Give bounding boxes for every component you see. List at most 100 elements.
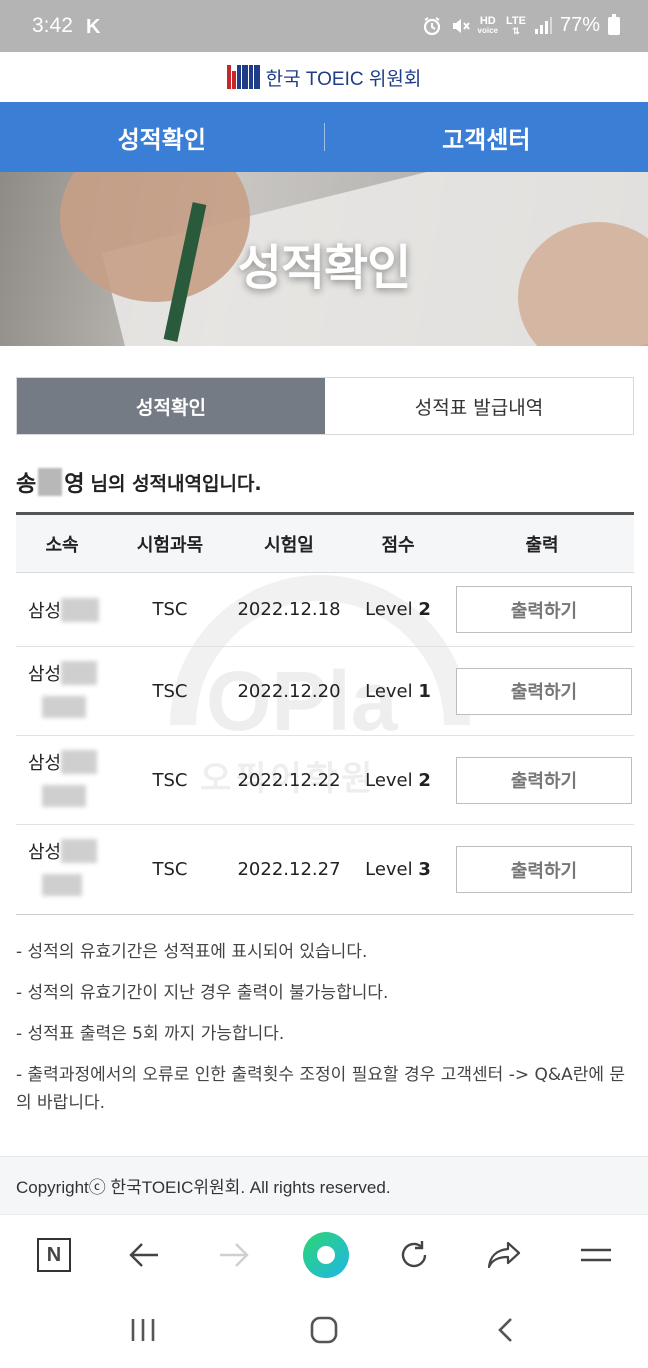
level-label: Level: [365, 769, 413, 791]
subject-cell: TSC: [152, 680, 188, 702]
score-cell: Level 2: [346, 770, 450, 791]
table-row: 삼성 TSC 2022.12.18 Level 2 출력하기: [16, 573, 634, 647]
affiliation-cell: 삼성: [16, 838, 108, 901]
copyright-footer: Copyrightⓒ 한국TOEIC위원회. All rights reserv…: [0, 1156, 648, 1214]
kakao-app-icon: K: [86, 16, 101, 38]
lte-label: LTE: [506, 14, 526, 27]
header-print: 출력: [525, 534, 559, 556]
status-bar: 3:42 K HD voice LTE ⇅ 77%: [0, 0, 648, 52]
android-nav-bar: [0, 1294, 648, 1368]
print-cell: 출력하기: [450, 846, 634, 893]
table-header: 소속 시험과목 시험일 점수 출력: [16, 515, 634, 573]
affiliation-cell: 삼성: [16, 660, 108, 723]
print-cell: 출력하기: [450, 667, 634, 715]
name-last: 영: [64, 472, 85, 497]
home-orb-icon[interactable]: [302, 1231, 350, 1279]
site-logo-header[interactable]: 한국 TOEIC 위원회: [0, 52, 648, 102]
browser-toolbar: N: [0, 1214, 648, 1294]
header-subject: 시험과목: [136, 534, 204, 556]
nav-customer-center[interactable]: 고객센터: [325, 120, 648, 155]
battery-percent: 77%: [559, 14, 600, 36]
hero-title: 성적확인: [237, 240, 412, 296]
result-suffix: 님의 성적내역입니다.: [90, 472, 262, 495]
affiliation-redacted: [61, 660, 98, 685]
score-cell: Level 2: [346, 599, 450, 620]
note-item: - 성적의 유효기간이 지난 경우 출력이 불가능합니다.: [16, 983, 389, 1003]
ybm-logo-icon: [226, 65, 260, 89]
affiliation-redacted: [61, 749, 98, 774]
note-item: - 성적의 유효기간은 성적표에 표시되어 있습니다.: [16, 942, 368, 962]
alarm-icon: [423, 16, 440, 35]
subject-cell: TSC: [152, 769, 188, 791]
signal-icon: [534, 16, 552, 34]
header-affiliation: 소속: [45, 534, 79, 556]
level-label: Level: [365, 680, 413, 702]
subject-cell: TSC: [152, 859, 188, 880]
print-button[interactable]: 출력하기: [456, 756, 632, 804]
forward-arrow-icon[interactable]: [214, 1235, 254, 1275]
affiliation-name: 삼성: [28, 752, 62, 774]
level-label: Level: [365, 859, 413, 880]
content-tabs: 성적확인 성적표 발급내역: [16, 377, 634, 435]
subject-cell: TSC: [152, 599, 188, 620]
hd-voice-indicator: HD voice: [477, 14, 498, 36]
lte-indicator: LTE ⇅: [506, 14, 526, 36]
print-button[interactable]: 출력하기: [456, 846, 632, 893]
logo-text: 한국 TOEIC 위원회: [265, 68, 422, 90]
table-row: 삼성 TSC 2022.12.27 Level 3 출력하기: [16, 825, 634, 914]
status-indicators: HD voice LTE ⇅ 77%: [422, 13, 620, 37]
print-button[interactable]: 출력하기: [456, 586, 632, 633]
level-value: 3: [418, 859, 431, 880]
affiliation-cell: 삼성: [16, 597, 108, 623]
print-cell: 출력하기: [450, 586, 634, 633]
affiliation-cell: 삼성: [16, 749, 108, 812]
print-cell: 출력하기: [450, 756, 634, 804]
menu-icon[interactable]: [576, 1235, 616, 1275]
affiliation-name: 삼성: [28, 663, 62, 685]
n-label: N: [37, 1238, 71, 1272]
share-icon[interactable]: [484, 1235, 524, 1275]
name-first: 송: [16, 472, 37, 497]
back-icon[interactable]: [494, 1316, 518, 1344]
note-item: - 출력과정에서의 오류로 인한 출력횟수 조정이 필요할 경우 고객센터 ->…: [16, 1065, 626, 1113]
level-value: 1: [418, 680, 431, 702]
affiliation-redacted-line2: [42, 784, 86, 807]
n-icon[interactable]: N: [34, 1235, 74, 1275]
recent-apps-icon[interactable]: [128, 1316, 158, 1344]
affiliation-redacted: [61, 839, 98, 863]
print-button[interactable]: 출력하기: [456, 667, 632, 715]
level-value: 2: [418, 769, 431, 791]
date-cell: 2022.12.18: [237, 599, 341, 620]
header-date: 시험일: [264, 534, 314, 556]
back-arrow-icon[interactable]: [124, 1235, 164, 1275]
name-redacted: [38, 468, 63, 496]
table-row: 삼성 TSC 2022.12.20 Level 1 출력하기: [16, 647, 634, 736]
affiliation-redacted-line2: [42, 695, 86, 718]
battery-icon: [608, 13, 620, 35]
affiliation-name: 삼성: [28, 600, 62, 622]
score-table: 소속 시험과목 시험일 점수 출력 삼성 TSC 2022.12.18 Leve…: [16, 512, 634, 915]
level-value: 2: [418, 599, 431, 620]
affiliation-redacted: [61, 597, 100, 622]
note-item: - 성적표 출력은 5회 까지 가능합니다.: [16, 1024, 285, 1044]
tab-issuance-history[interactable]: 성적표 발급내역: [325, 378, 633, 434]
tab-score-check[interactable]: 성적확인: [17, 378, 325, 434]
score-cell: Level 1: [346, 681, 450, 702]
nav-score-check[interactable]: 성적확인: [0, 120, 324, 155]
voice-label: voice: [477, 25, 498, 35]
level-label: Level: [365, 599, 413, 620]
refresh-icon[interactable]: [394, 1235, 434, 1275]
home-icon[interactable]: [308, 1314, 340, 1346]
hd-label: HD: [479, 14, 496, 27]
affiliation-redacted-line2: [42, 874, 82, 896]
date-cell: 2022.12.20: [237, 680, 341, 702]
header-score: 점수: [381, 534, 415, 556]
result-heading: 송 영 님의 성적내역입니다.: [16, 466, 262, 498]
score-cell: Level 3: [346, 859, 450, 880]
notes-section: - 성적의 유효기간은 성적표에 표시되어 있습니다. - 성적의 유효기간이 …: [16, 938, 634, 1130]
status-time: 3:42: [32, 14, 73, 37]
hero-banner: 성적확인: [0, 172, 648, 346]
affiliation-name: 삼성: [28, 842, 62, 863]
mute-icon: [452, 18, 470, 33]
date-cell: 2022.12.27: [237, 859, 341, 880]
